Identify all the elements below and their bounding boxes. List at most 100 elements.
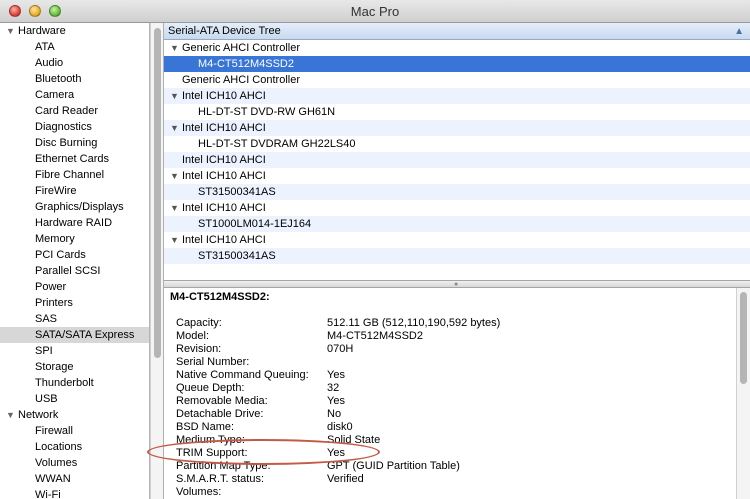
tree-row[interactable]: HL-DT-ST DVD-RW GH61N bbox=[164, 104, 750, 120]
triangle-down-icon[interactable]: ▼ bbox=[170, 232, 182, 248]
tree-row[interactable]: ▼ Generic AHCI Controller bbox=[164, 40, 750, 56]
sidebar-list: ▼ Hardware ATA Audio Bluetooth Camera Card Rea… bbox=[0, 23, 149, 499]
sort-ascending-icon: ▲ bbox=[734, 26, 744, 37]
detail-scroll-thumb[interactable] bbox=[740, 292, 747, 384]
property-label: Revision: bbox=[176, 343, 222, 355]
tree-row-label: ST31500341AS bbox=[198, 186, 276, 198]
sidebar-item[interactable]: Disc Burning bbox=[0, 135, 149, 151]
sidebar-item[interactable]: WWAN bbox=[0, 471, 149, 487]
tree-row[interactable]: ▼ Intel ICH10 AHCI bbox=[164, 88, 750, 104]
tree-column-header[interactable]: Serial-ATA Device Tree ▲ bbox=[164, 23, 750, 40]
tree-row-label: HL-DT-ST DVD-RW GH61N bbox=[198, 106, 336, 118]
property-label: Capacity: bbox=[176, 317, 222, 329]
triangle-down-icon[interactable]: ▼ bbox=[170, 200, 182, 216]
property-value: Yes bbox=[327, 395, 345, 407]
sidebar-item[interactable]: Memory bbox=[0, 231, 149, 247]
tree-row-label: Intel ICH10 AHCI bbox=[182, 170, 266, 182]
sidebar-item[interactable]: FireWire bbox=[0, 183, 149, 199]
triangle-down-icon[interactable]: ▼ bbox=[170, 120, 182, 136]
highlight-annotation bbox=[147, 439, 380, 465]
sidebar-item[interactable]: Thunderbolt bbox=[0, 375, 149, 391]
sidebar-item[interactable]: Graphics/Displays bbox=[0, 199, 149, 215]
property-label: Detachable Drive: bbox=[176, 408, 264, 420]
sidebar-item[interactable]: Ethernet Cards bbox=[0, 151, 149, 167]
detail-title: M4-CT512M4SSD2: bbox=[170, 291, 270, 303]
tree-row[interactable]: ▼ Intel ICH10 AHCI bbox=[164, 168, 750, 184]
property-label: Queue Depth: bbox=[176, 382, 245, 394]
sidebar-item[interactable]: ATA bbox=[0, 39, 149, 55]
tree-row-label: ST1000LM014-1EJ164 bbox=[198, 218, 312, 230]
tree-row[interactable]: Intel ICH10 AHCI bbox=[164, 152, 750, 168]
sidebar-item[interactable]: Wi-Fi bbox=[0, 487, 149, 499]
sidebar-item[interactable]: SAS bbox=[0, 311, 149, 327]
tree-row[interactable]: ▼ Intel ICH10 AHCI bbox=[164, 120, 750, 136]
tree-row-label: Intel ICH10 AHCI bbox=[182, 202, 266, 214]
sidebar-item[interactable]: SATA/SATA Express bbox=[0, 327, 149, 343]
tree-row[interactable]: M4-CT512M4SSD2 bbox=[164, 56, 750, 72]
sidebar-item[interactable]: Card Reader bbox=[0, 103, 149, 119]
property-value: Verified bbox=[327, 473, 364, 485]
sidebar-item[interactable]: Camera bbox=[0, 87, 149, 103]
tree-row-label: Generic AHCI Controller bbox=[182, 74, 300, 86]
sidebar-item[interactable]: Firewall bbox=[0, 423, 149, 439]
triangle-down-icon[interactable]: ▼ bbox=[170, 88, 182, 104]
sidebar-item[interactable]: Parallel SCSI bbox=[0, 263, 149, 279]
sidebar: ▼ Hardware ATA Audio Bluetooth Camera Card Rea… bbox=[0, 23, 150, 499]
property-value: disk0 bbox=[327, 421, 353, 433]
device-tree: ▼ Generic AHCI Controller M4-CT512M4SSD2 Ge… bbox=[164, 40, 750, 280]
sidebar-scroll-thumb[interactable] bbox=[154, 28, 161, 358]
tree-row[interactable]: ST31500341AS bbox=[164, 184, 750, 200]
tree-row[interactable]: ▼ Intel ICH10 AHCI bbox=[164, 200, 750, 216]
tree-row[interactable]: HL-DT-ST DVDRAM GH22LS40 bbox=[164, 136, 750, 152]
tree-row-label: M4-CT512M4SSD2 bbox=[198, 58, 294, 70]
sidebar-category-label: Hardware bbox=[18, 25, 66, 37]
tree-row-label: ST31500341AS bbox=[198, 250, 276, 262]
tree-row[interactable]: ▼ Intel ICH10 AHCI bbox=[164, 232, 750, 248]
sidebar-category[interactable]: ▼ Network bbox=[0, 407, 149, 423]
tree-row[interactable]: ST31500341AS bbox=[164, 248, 750, 264]
tree-row-label: Intel ICH10 AHCI bbox=[182, 122, 266, 134]
sidebar-item[interactable]: USB bbox=[0, 391, 149, 407]
sidebar-item[interactable]: Hardware RAID bbox=[0, 215, 149, 231]
tree-row[interactable]: ST1000LM014-1EJ164 bbox=[164, 216, 750, 232]
property-value: 512.11 GB (512,110,190,592 bytes) bbox=[327, 317, 501, 329]
title-bar: Mac Pro bbox=[0, 0, 750, 23]
detail-pane: M4-CT512M4SSD2: Capacity: 512.11 GB (512,… bbox=[164, 288, 736, 499]
triangle-down-icon[interactable]: ▼ bbox=[170, 40, 182, 56]
tree-row[interactable]: Generic AHCI Controller bbox=[164, 72, 750, 88]
window-title: Mac Pro bbox=[350, 4, 400, 19]
sidebar-category-label: Network bbox=[18, 409, 59, 421]
tree-row-label: HL-DT-ST DVDRAM GH22LS40 bbox=[198, 138, 356, 150]
triangle-down-icon[interactable]: ▼ bbox=[6, 407, 18, 423]
sidebar-item[interactable]: Fibre Channel bbox=[0, 167, 149, 183]
property-value: Yes bbox=[327, 369, 345, 381]
property-label: S.M.A.R.T. status: bbox=[176, 473, 265, 485]
property-value: No bbox=[327, 408, 342, 420]
sidebar-item[interactable]: SPI bbox=[0, 343, 149, 359]
tree-row-label: Intel ICH10 AHCI bbox=[182, 154, 266, 166]
pane-splitter[interactable]: ● bbox=[164, 280, 750, 288]
detail-scrollbar[interactable] bbox=[736, 288, 750, 499]
sidebar-category[interactable]: ▼ Hardware bbox=[0, 23, 149, 39]
sidebar-item[interactable]: PCI Cards bbox=[0, 247, 149, 263]
property-label: BSD Name: bbox=[176, 421, 235, 433]
sidebar-scrollbar[interactable] bbox=[150, 23, 164, 499]
sidebar-item[interactable]: Bluetooth bbox=[0, 71, 149, 87]
property-label: Volumes: bbox=[176, 486, 222, 498]
sidebar-item[interactable]: Locations bbox=[0, 439, 149, 455]
property-label: Model: bbox=[176, 330, 210, 342]
sidebar-item[interactable]: Audio bbox=[0, 55, 149, 71]
property-label: Removable Media: bbox=[176, 395, 268, 407]
sidebar-item[interactable]: Diagnostics bbox=[0, 119, 149, 135]
sidebar-item[interactable]: Printers bbox=[0, 295, 149, 311]
tree-row-label: Intel ICH10 AHCI bbox=[182, 234, 266, 246]
triangle-down-icon[interactable]: ▼ bbox=[6, 23, 18, 39]
sidebar-item[interactable]: Power bbox=[0, 279, 149, 295]
tree-header-label: Serial-ATA Device Tree bbox=[168, 25, 281, 37]
property-value: GPT (GUID Partition Table) bbox=[327, 460, 460, 472]
sidebar-item[interactable]: Volumes bbox=[0, 455, 149, 471]
triangle-down-icon[interactable]: ▼ bbox=[170, 168, 182, 184]
tree-row-label: Intel ICH10 AHCI bbox=[182, 90, 266, 102]
property-label: Serial Number: bbox=[176, 356, 250, 368]
sidebar-item[interactable]: Storage bbox=[0, 359, 149, 375]
